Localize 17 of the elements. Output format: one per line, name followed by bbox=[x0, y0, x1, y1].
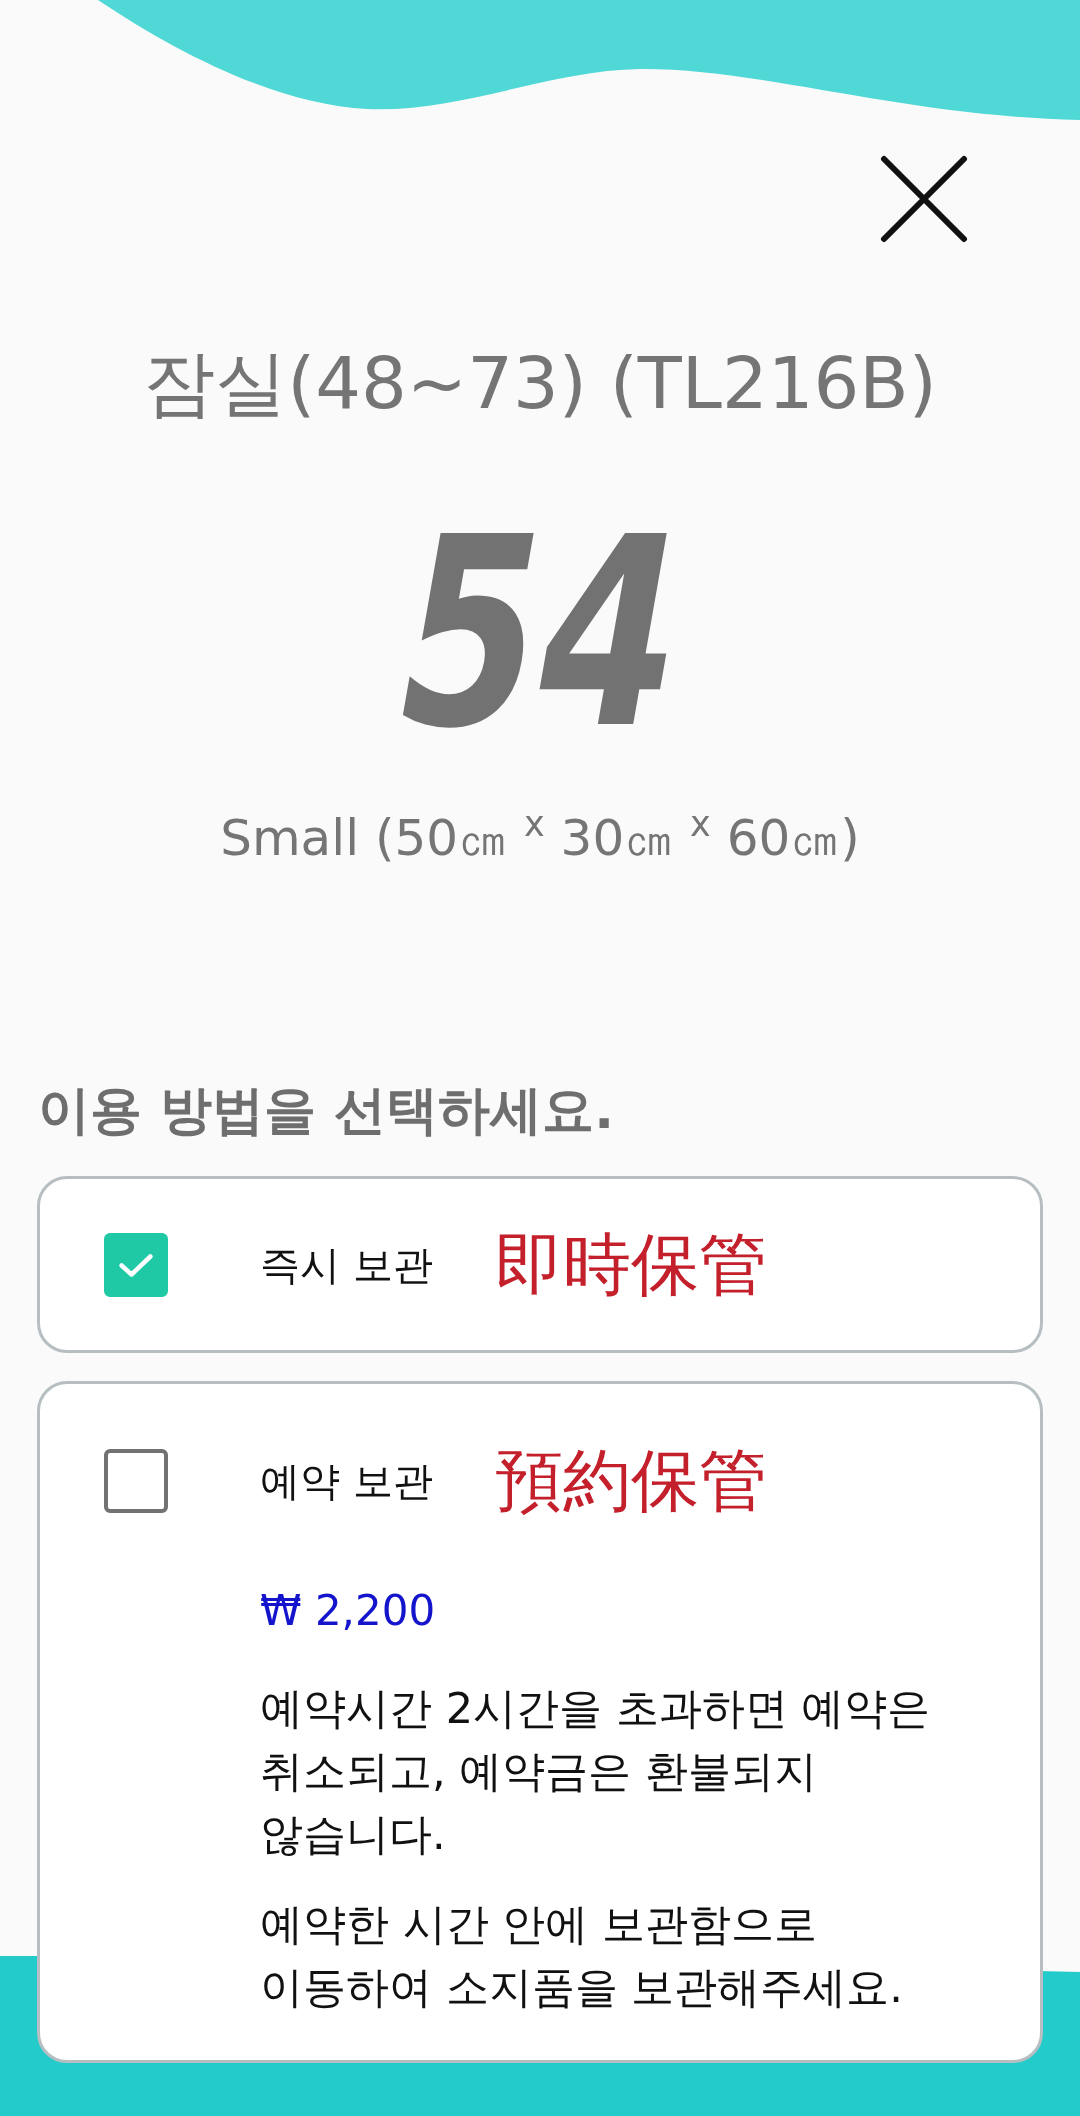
checkbox[interactable] bbox=[104, 1449, 168, 1513]
option-card[interactable]: 즉시 보관 即時保管 bbox=[37, 1176, 1043, 1353]
translation-annotation: 即時保管 bbox=[494, 1225, 767, 1305]
locker-location-title: 잠실(48~73) (TL216B) bbox=[143, 341, 937, 425]
locker-size-text: Small (50㎝ $^{x}$ 30㎝ $^{x}$ 60㎝) bbox=[220, 807, 860, 869]
locker-number: 54 bbox=[379, 509, 701, 759]
checkbox[interactable] bbox=[104, 1233, 168, 1297]
price-text: ₩ 2,200 bbox=[260, 1585, 436, 1637]
translation-annotation: 預約保管 bbox=[494, 1441, 767, 1521]
option-label: 예약 보관 bbox=[260, 1457, 433, 1506]
prompt-heading: 이용 방법을 선택하세요. bbox=[38, 1079, 614, 1142]
notice-text: 예약한 시간 안에 보관함으로 이동하여 소지품을 보관해주세요. bbox=[260, 1898, 904, 2014]
option-card[interactable]: 예약 보관 預約保管 ₩ 2,200 예약시간 2시간을 초과하면 예약은 취소되고, 예약금은 환불되지 않습니다. 예약한 시간 안에 보관함으로 이동하여 소지품을 보관해주세요. bbox=[37, 1381, 1043, 2063]
notice-text: 예약시간 2시간을 초과하면 예약은 취소되고, 예약금은 환불되지 않습니다. bbox=[260, 1682, 932, 1861]
close-icon[interactable] bbox=[880, 155, 968, 243]
check-icon bbox=[118, 1251, 154, 1279]
option-label: 즉시 보관 bbox=[260, 1241, 433, 1290]
